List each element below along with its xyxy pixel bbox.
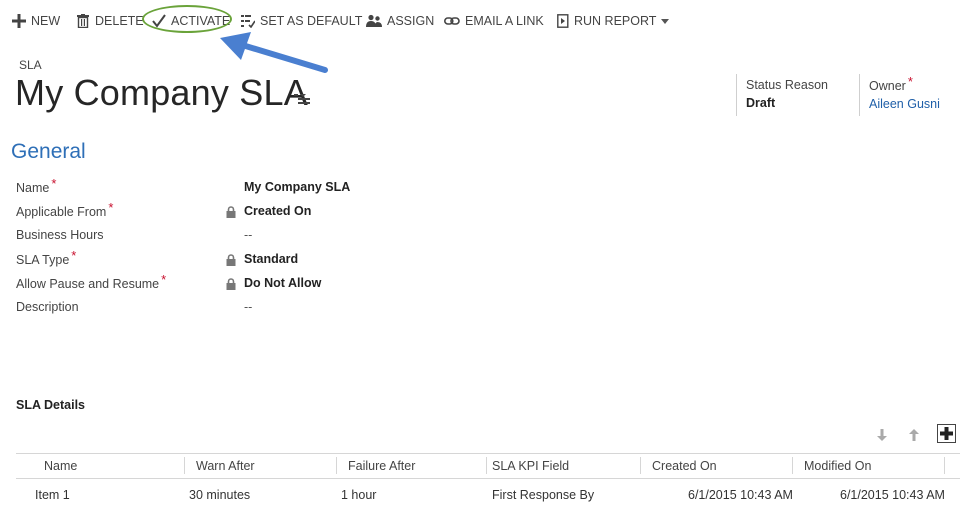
field-value[interactable]: My Company SLA [244, 180, 350, 194]
column-header[interactable]: Modified On [804, 459, 871, 473]
chevron-down-icon [661, 14, 670, 28]
field-label-text: Business Hours [16, 228, 104, 242]
sla-details-title: SLA Details [16, 398, 86, 412]
owner-header-field: Owner * Aileen Gusni [859, 74, 960, 116]
field-label-text: Name [16, 181, 50, 195]
column-divider[interactable] [944, 457, 945, 474]
required-marker: * [51, 176, 57, 191]
required-marker: * [71, 248, 77, 263]
required-marker: * [108, 200, 114, 215]
field-label-text: Allow Pause and Resume [16, 277, 160, 291]
field-value[interactable]: -- [244, 228, 252, 242]
page-title: My Company SLA [15, 72, 308, 113]
lock-icon [226, 206, 236, 221]
new-button[interactable]: NEW [12, 12, 60, 30]
trash-icon [76, 14, 90, 28]
field-label: Name * [16, 176, 56, 195]
activate-button[interactable]: ACTIVATE [152, 12, 230, 30]
entity-type-label: SLA [19, 58, 42, 72]
lock-icon [226, 254, 236, 269]
email-a-link-button[interactable]: EMAIL A LINK [444, 12, 544, 30]
field-label: Allow Pause and Resume * [16, 272, 166, 291]
field-value: Created On [244, 204, 312, 218]
delete-label: DELETE [95, 14, 144, 28]
field-row: Allow Pause and Resume * Do Not Allow [16, 272, 716, 296]
field-value: Standard [244, 252, 299, 266]
assign-label: ASSIGN [387, 14, 435, 28]
new-label: NEW [31, 14, 61, 28]
grid-header-row: Name Warn After Failure After SLA KPI Field… [16, 453, 960, 479]
field-value[interactable]: -- [244, 300, 252, 314]
field-label: Applicable From * [16, 200, 113, 219]
column-header[interactable]: Name [44, 459, 77, 473]
field-label-text: Description [16, 300, 79, 314]
activate-label: ACTIVATE [171, 14, 231, 28]
status-reason-value: Draft [746, 96, 776, 110]
status-reason-label: Status Reason [746, 78, 828, 92]
add-record-icon[interactable] [937, 424, 956, 448]
owner-label: Owner [869, 79, 906, 93]
assign-button[interactable]: ASSIGN [366, 12, 434, 30]
table-cell: 1 hour [341, 488, 377, 502]
column-header[interactable]: Failure After [348, 459, 415, 473]
sla-details-grid: Name Warn After Failure After SLA KPI Field… [16, 453, 960, 509]
column-divider[interactable] [640, 457, 641, 474]
field-label: Business Hours [16, 228, 104, 242]
run-report-button[interactable]: RUN REPORT [557, 12, 670, 30]
report-icon [557, 14, 569, 28]
table-cell[interactable]: Item 1 [35, 488, 70, 502]
column-header[interactable]: Warn After [196, 459, 255, 473]
field-row: Description -- [16, 300, 716, 320]
command-bar: NEW DELETE ACTIVATE SET AS DEFAULT ASSIG… [0, 0, 960, 40]
link-icon [444, 14, 460, 28]
status-reason-header-field: Status Reason Draft [736, 74, 851, 116]
field-row: Applicable From * Created On [16, 200, 716, 224]
column-divider[interactable] [336, 457, 337, 474]
email-a-link-label: EMAIL A LINK [465, 14, 544, 28]
field-row: SLA Type * Standard [16, 248, 716, 272]
column-header[interactable]: SLA KPI Field [492, 459, 569, 473]
required-marker: * [907, 74, 913, 89]
field-row: Name * My Company SLA [16, 176, 716, 200]
lock-icon [226, 278, 236, 293]
people-icon [366, 14, 382, 28]
field-label: Description [16, 300, 79, 314]
plus-icon [12, 14, 26, 28]
grid-body: Item 1 30 minutes 1 hour First Response By 6… [16, 479, 960, 509]
table-row[interactable]: Item 1 30 minutes 1 hour First Response By 6… [16, 479, 960, 509]
set-as-default-button[interactable]: SET AS DEFAULT [241, 12, 362, 30]
form-selector-icon[interactable] [294, 93, 310, 111]
column-divider[interactable] [184, 457, 185, 474]
required-marker: * [161, 272, 167, 287]
table-cell: 30 minutes [189, 488, 251, 502]
delete-button[interactable]: DELETE [76, 12, 144, 30]
table-cell: First Response By [492, 488, 595, 502]
section-title-general: General [11, 140, 86, 163]
field-label-text: Applicable From [16, 205, 107, 219]
column-header[interactable]: Created On [652, 459, 717, 473]
move-up-icon[interactable] [908, 428, 920, 447]
column-divider[interactable] [486, 457, 487, 474]
field-label: SLA Type * [16, 248, 76, 267]
table-cell: 6/1/2015 10:43 AM [840, 488, 945, 502]
table-cell: 6/1/2015 10:43 AM [688, 488, 793, 502]
list-check-icon [241, 14, 255, 28]
set-as-default-label: SET AS DEFAULT [260, 14, 363, 28]
field-row: Business Hours -- [16, 228, 716, 248]
field-label-text: SLA Type [16, 253, 70, 267]
run-report-label: RUN REPORT [574, 14, 657, 28]
column-divider[interactable] [792, 457, 793, 474]
field-value: Do Not Allow [244, 276, 322, 290]
move-down-icon[interactable] [876, 428, 888, 447]
checkmark-icon [152, 14, 166, 28]
owner-label-wrap: Owner * [869, 74, 960, 93]
owner-link[interactable]: Aileen Gusni [869, 97, 960, 111]
